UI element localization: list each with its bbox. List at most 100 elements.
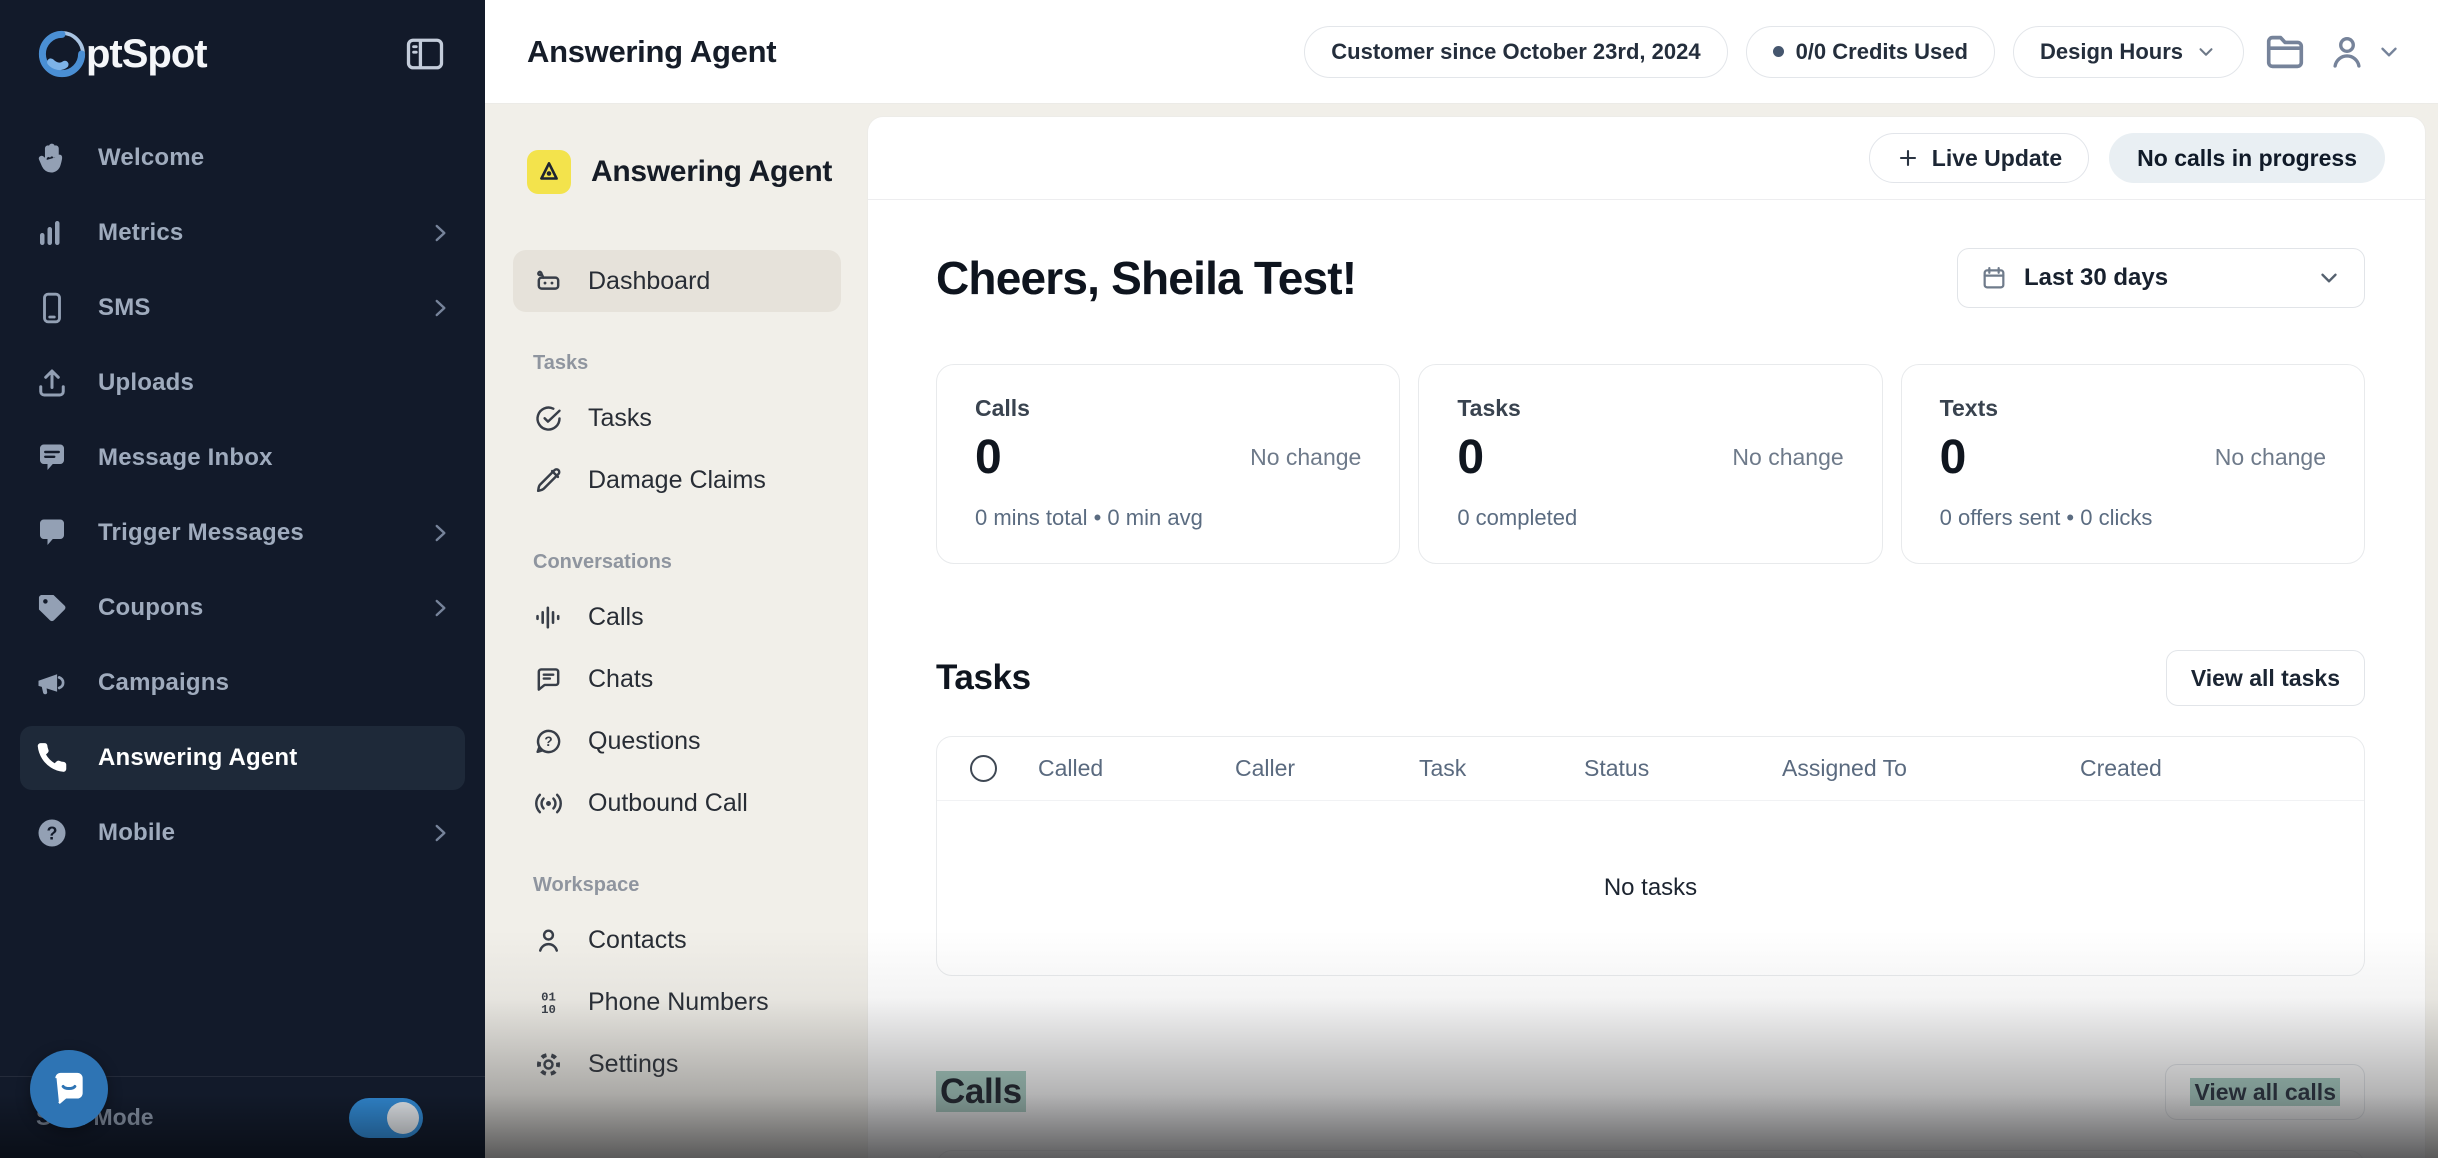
sidebar-item-metrics[interactable]: Metrics — [20, 201, 465, 265]
chat-widget-button[interactable] — [30, 1050, 108, 1128]
tasks-empty-state: No tasks — [937, 801, 2364, 975]
top-header: Answering Agent Customer since October 2… — [485, 0, 2438, 104]
tasks-table: Called Caller Task Status Assigned To Cr… — [936, 736, 2365, 976]
subnav-item-label: Settings — [588, 1050, 678, 1079]
stat-value: 0 — [975, 430, 1002, 485]
stat-label: Tasks — [1457, 395, 1843, 422]
gear-icon — [533, 1049, 564, 1080]
tasks-table-header: Called Caller Task Status Assigned To Cr… — [937, 737, 2364, 801]
subnav-item-label: Chats — [588, 665, 653, 694]
subnav-item-label: Tasks — [588, 404, 652, 433]
chevron-right-icon — [427, 220, 453, 246]
robot-icon — [533, 266, 564, 297]
subnav-item-label: Questions — [588, 727, 701, 756]
subnav-item-settings[interactable]: Settings — [513, 1033, 841, 1095]
app-title: Answering Agent — [591, 155, 832, 189]
stat-sub: 0 mins total • 0 min avg — [975, 505, 1361, 531]
sidebar-item-label: Answering Agent — [98, 744, 297, 772]
chevron-right-icon — [427, 595, 453, 621]
panel-header: Live Update No calls in progress — [868, 117, 2425, 200]
sidebar-item-label: Message Inbox — [98, 444, 273, 472]
secondary-sidebar: Answering Agent Dashboard Tasks Tasks Da… — [485, 104, 867, 1158]
call-status-text: No calls in progress — [2137, 145, 2357, 172]
phone-icon — [34, 740, 70, 776]
sidebar-item-trigger-messages[interactable]: Trigger Messages — [20, 501, 465, 565]
folder-icon — [2262, 29, 2308, 75]
design-hours-label: Design Hours — [2040, 39, 2183, 65]
subnav-item-tasks[interactable]: Tasks — [513, 387, 841, 449]
date-range-dropdown[interactable]: Last 30 days — [1957, 248, 2365, 308]
primary-nav: Welcome Metrics SMS Uploads Message Inbo… — [0, 126, 485, 865]
sidebar-item-answering-agent[interactable]: Answering Agent — [20, 726, 465, 790]
app-root: ptSpot Welcome Metrics SMS — [0, 0, 2438, 1158]
sidebar-item-sms[interactable]: SMS — [20, 276, 465, 340]
svg-text:?: ? — [544, 734, 552, 749]
page-title: Answering Agent — [527, 34, 776, 70]
sidebar-item-label: Mobile — [98, 819, 175, 847]
column-header: Task — [1419, 755, 1584, 782]
chevron-down-icon — [2376, 39, 2402, 65]
tasks-section-title: Tasks — [936, 658, 1031, 698]
sidebar-item-label: Coupons — [98, 594, 203, 622]
subnav-item-questions[interactable]: ? Questions — [513, 710, 841, 772]
subnav-item-label: Outbound Call — [588, 789, 748, 818]
brand-logo[interactable]: ptSpot — [34, 26, 207, 82]
subnav-item-chats[interactable]: Chats — [513, 648, 841, 710]
subnav-item-calls[interactable]: Calls — [513, 586, 841, 648]
stat-label: Calls — [975, 395, 1361, 422]
brush-icon — [533, 465, 564, 496]
column-header: Called — [1038, 755, 1235, 782]
design-hours-dropdown[interactable]: Design Hours — [2013, 26, 2244, 78]
credits-dot-icon — [1773, 46, 1784, 57]
subnav-item-contacts[interactable]: Contacts — [513, 909, 841, 971]
stat-value: 0 — [1940, 430, 1967, 485]
sidebar-collapse-button[interactable] — [403, 32, 447, 76]
sidebar-item-welcome[interactable]: Welcome — [20, 126, 465, 190]
calls-table-header: Called Caller Date & Time Duration Actio… — [937, 1151, 2364, 1158]
call-status-badge: No calls in progress — [2109, 133, 2385, 183]
megaphone-icon — [34, 665, 70, 701]
dashboard-panel: Live Update No calls in progress Cheers,… — [867, 116, 2426, 1158]
credits-text: 0/0 Credits Used — [1796, 39, 1968, 65]
sidebar-item-campaigns[interactable]: Campaigns — [20, 651, 465, 715]
subnav-item-label: Phone Numbers — [588, 988, 769, 1017]
binary-icon: 0110 — [533, 987, 564, 1018]
brand-text: ptSpot — [86, 32, 207, 77]
stat-change: No change — [2215, 444, 2326, 471]
column-header: Status — [1584, 755, 1782, 782]
subnav-item-dashboard[interactable]: Dashboard — [513, 250, 841, 312]
sidebar-item-coupons[interactable]: Coupons — [20, 576, 465, 640]
calendar-icon — [1980, 264, 2008, 292]
sidebar-item-mobile[interactable]: ? Mobile — [20, 801, 465, 865]
subnav-item-phone-numbers[interactable]: 0110 Phone Numbers — [513, 971, 841, 1033]
column-header: Created — [2080, 755, 2364, 782]
view-all-calls-button[interactable]: View all calls — [2165, 1064, 2365, 1120]
user-menu[interactable] — [2326, 31, 2402, 73]
sidebar-item-message-inbox[interactable]: Message Inbox — [20, 426, 465, 490]
view-all-tasks-button[interactable]: View all tasks — [2166, 650, 2365, 706]
live-update-button[interactable]: Live Update — [1869, 133, 2089, 183]
svg-text:10: 10 — [541, 1002, 556, 1016]
brand-logo-icon — [34, 26, 90, 82]
stat-change: No change — [1250, 444, 1361, 471]
subnav-item-damage-claims[interactable]: Damage Claims — [513, 449, 841, 511]
sidebar-item-uploads[interactable]: Uploads — [20, 351, 465, 415]
tag-icon — [34, 590, 70, 626]
greeting-heading: Cheers, Sheila Test! — [936, 251, 1356, 305]
user-icon — [2326, 31, 2368, 73]
sidebar-item-label: Welcome — [98, 144, 204, 172]
subnav-item-label: Contacts — [588, 926, 687, 955]
subnav-item-outbound-call[interactable]: Outbound Call — [513, 772, 841, 834]
column-header: Caller — [1235, 755, 1419, 782]
svg-text:?: ? — [47, 823, 58, 843]
select-all-checkbox[interactable] — [970, 755, 997, 782]
sidebar-item-label: Uploads — [98, 369, 194, 397]
subnav-item-label: Damage Claims — [588, 466, 766, 495]
plus-icon — [1896, 146, 1920, 170]
customer-since-badge: Customer since October 23rd, 2024 — [1304, 26, 1727, 78]
staff-mode-toggle[interactable] — [349, 1098, 423, 1138]
folder-button[interactable] — [2262, 29, 2308, 75]
chevron-right-icon — [427, 820, 453, 846]
calls-table: Called Caller Date & Time Duration Actio… — [936, 1150, 2365, 1158]
live-update-label: Live Update — [1932, 145, 2062, 172]
